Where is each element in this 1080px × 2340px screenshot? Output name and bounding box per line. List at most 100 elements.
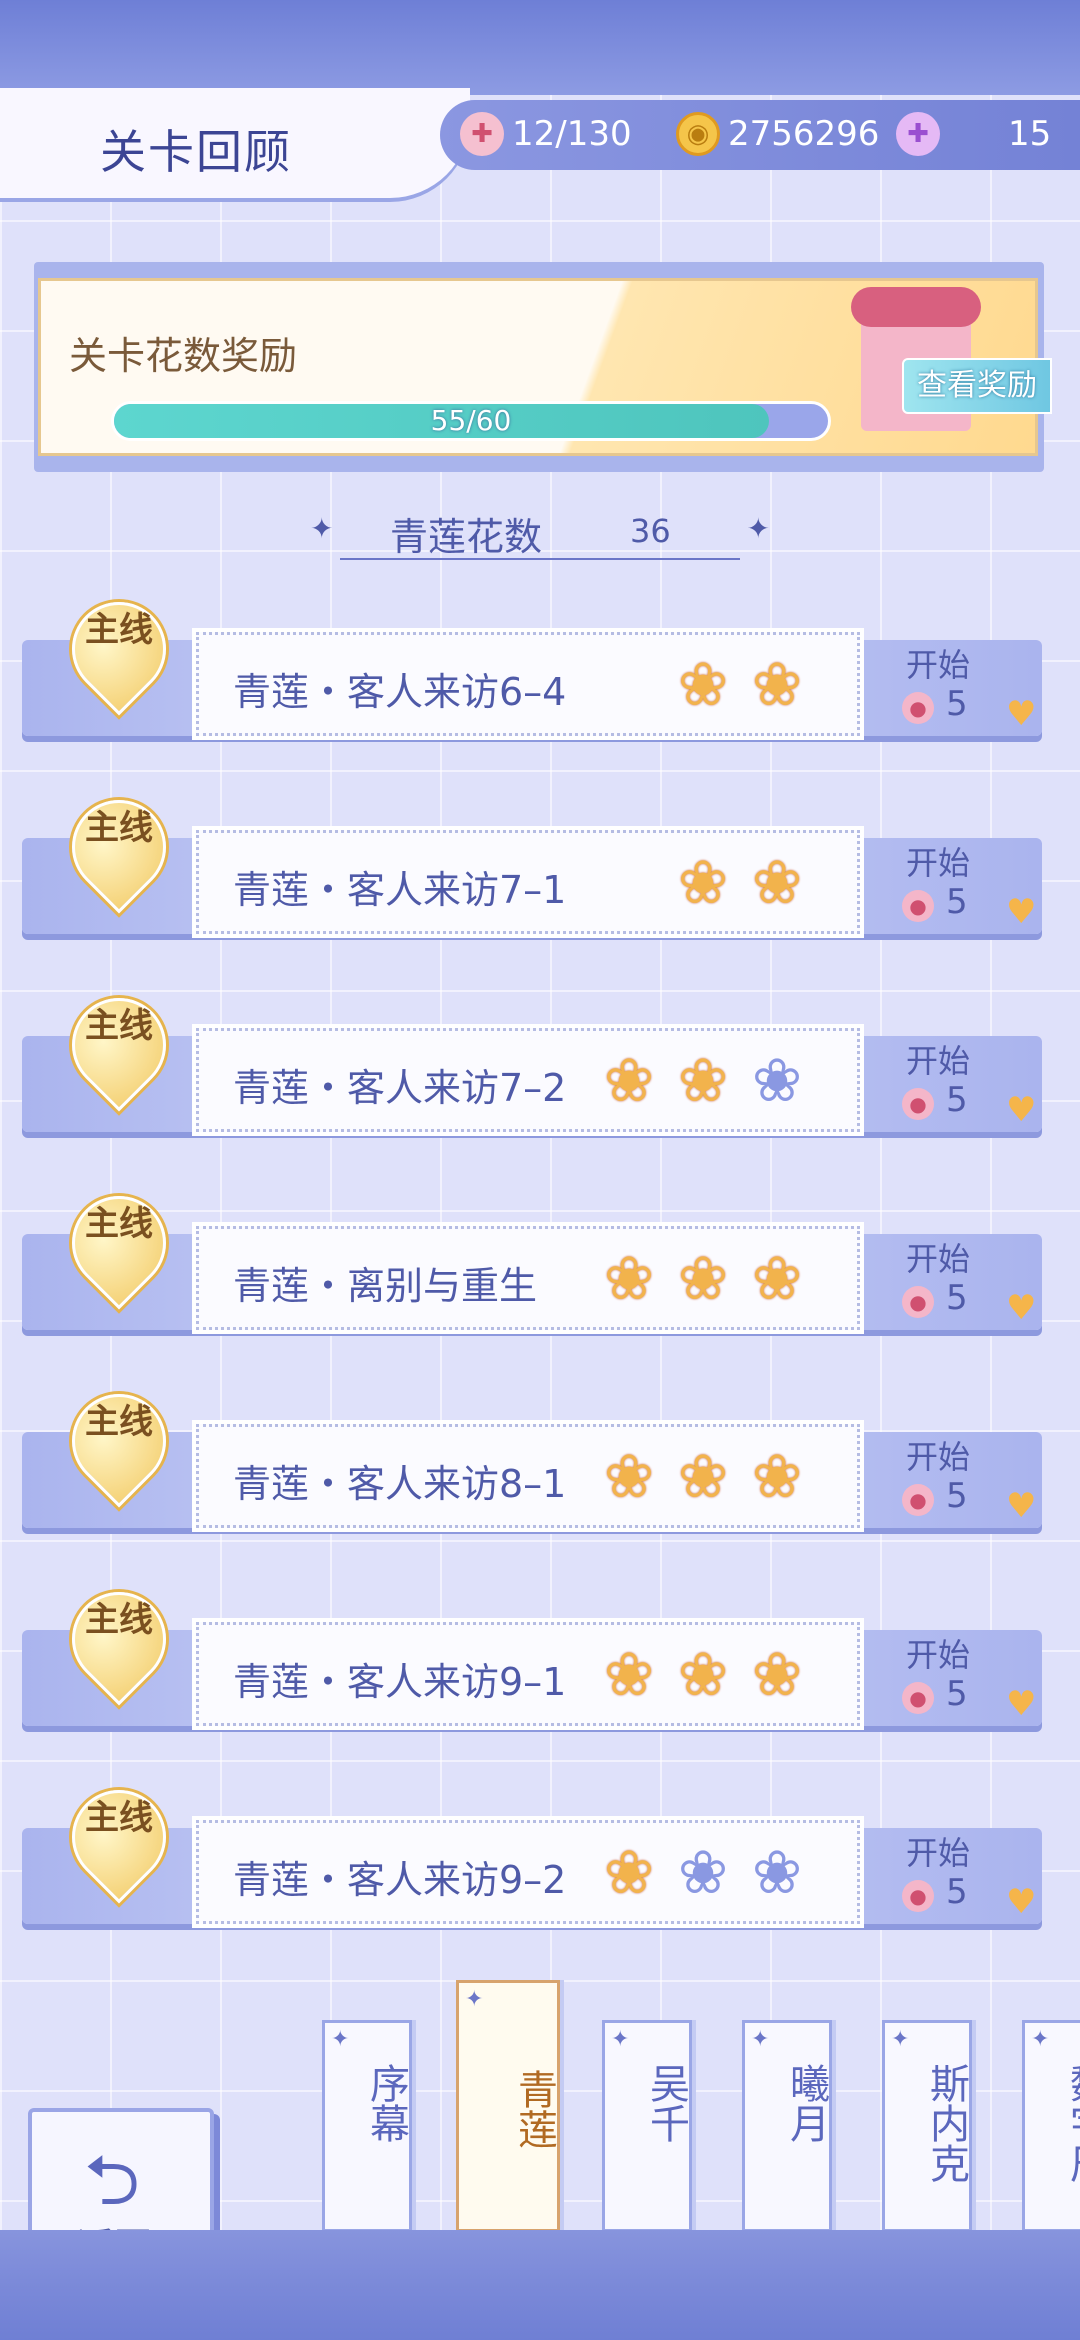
tag-label: 主线	[85, 1402, 153, 1442]
sparkle-icon: ✦	[310, 512, 334, 545]
chapter-tab-label: 序幕	[363, 2063, 409, 2143]
coin-counter: ◉ 2756296	[676, 104, 879, 164]
sparkle-icon: ✦	[611, 2027, 630, 2052]
cake-icon: ●	[902, 1682, 934, 1714]
flower-filled-icon: ❀	[751, 1244, 803, 1314]
resource-bar: ✚ 12/130 ◉ 2756296 ✚ 15	[440, 100, 1080, 170]
flower-filled-icon: ❀	[603, 1046, 655, 1116]
stamina-cost: 5	[946, 684, 968, 724]
start-label: 开始	[906, 844, 971, 882]
flower-filled-icon: ❀	[603, 1442, 655, 1512]
level-row[interactable]: 主线 青莲・客人来访7–2 ❀ ❀ ❀ 开始 ● 5 ♥	[0, 978, 1080, 1148]
heart-icon: ♥	[1006, 694, 1037, 734]
flower-filled-icon: ❀	[677, 1442, 729, 1512]
flower-empty-icon: ❀	[677, 1838, 729, 1908]
chapter-tab[interactable]: ✦ 序幕	[322, 2020, 412, 2232]
sparkle-icon: ✦	[331, 2027, 350, 2052]
cake-icon: ●	[902, 1484, 934, 1516]
level-card[interactable]: 青莲・客人来访7–2 ❀ ❀ ❀	[196, 1028, 860, 1132]
tag-label: 主线	[85, 1798, 153, 1838]
flower-filled-icon: ❀	[603, 1838, 655, 1908]
main-story-tag: 主线	[52, 1374, 186, 1510]
reward-title: 关卡花数奖励	[69, 334, 298, 378]
start-label: 开始	[906, 1042, 971, 1080]
level-card[interactable]: 青莲・客人来访8–1 ❀ ❀ ❀	[196, 1424, 860, 1528]
chapter-tab[interactable]: ✦ 斯内克	[882, 2020, 972, 2232]
level-card[interactable]: 青莲・客人来访9–2 ❀ ❀ ❀	[196, 1820, 860, 1924]
flower-empty-icon: ❀	[751, 1046, 803, 1116]
level-row[interactable]: 主线 青莲・客人来访6–4 ❀ ❀ 开始 ● 5 ♥	[0, 582, 1080, 752]
header-title-box: 关卡回顾	[0, 88, 470, 198]
start-label: 开始	[906, 1834, 971, 1872]
stamina-cost: 5	[946, 1080, 968, 1120]
heart-icon: ♥	[1006, 1882, 1037, 1922]
level-card[interactable]: 青莲・客人来访6–4 ❀ ❀	[196, 632, 860, 736]
flower-filled-icon: ❀	[677, 1244, 729, 1314]
cake-icon: ●	[902, 1286, 934, 1318]
reward-progress-bar: 55/60	[111, 401, 831, 441]
view-reward-button[interactable]: 查看奖励	[902, 358, 1052, 414]
main-story-tag: 主线	[52, 1176, 186, 1312]
cake-icon: ●	[902, 1088, 934, 1120]
flower-filled-icon: ❀	[677, 1046, 729, 1116]
heart-icon: ♥	[1006, 1486, 1037, 1526]
cake-icon: ●	[902, 890, 934, 922]
flower-filled-icon: ❀	[603, 1640, 655, 1710]
stamina-cost: 5	[946, 882, 968, 922]
top-strip	[0, 0, 1080, 95]
flower-rating: ❀ ❀ ❀	[595, 1443, 811, 1511]
heart-icon: ♥	[1006, 1288, 1037, 1328]
level-name: 青莲・客人来访7–1	[233, 868, 567, 912]
flower-filled-icon: ❀	[677, 650, 729, 720]
gem-counter[interactable]: ✚ 15	[896, 104, 1066, 164]
flower-rating: ❀ ❀ ❀	[595, 1839, 811, 1907]
sparkle-icon: ✦	[1031, 2027, 1050, 2052]
chapter-tab[interactable]: ✦ 魏宇辰	[1022, 2020, 1080, 2232]
start-label: 开始	[906, 1636, 971, 1674]
level-name: 青莲・客人来访7–2	[233, 1066, 567, 1110]
flower-filled-icon: ❀	[677, 1640, 729, 1710]
level-card[interactable]: 青莲・离别与重生 ❀ ❀ ❀	[196, 1226, 860, 1330]
start-button[interactable]: 开始 ● 5 ♥	[866, 638, 1036, 738]
level-card[interactable]: 青莲・客人来访7–1 ❀ ❀	[196, 830, 860, 934]
start-button[interactable]: 开始 ● 5 ♥	[866, 1430, 1036, 1530]
coin-value: 2756296	[728, 114, 880, 154]
start-button[interactable]: 开始 ● 5 ♥	[866, 1232, 1036, 1332]
sparkle-icon: ✦	[891, 2027, 910, 2052]
chapter-tab[interactable]: ✦ 青莲	[456, 1980, 560, 2232]
level-card[interactable]: 青莲・客人来访9–1 ❀ ❀ ❀	[196, 1622, 860, 1726]
chapter-tab-label: 青莲	[511, 2069, 557, 2149]
level-row[interactable]: 主线 青莲・客人来访7–1 ❀ ❀ 开始 ● 5 ♥	[0, 780, 1080, 950]
level-name: 青莲・客人来访9–2	[233, 1858, 567, 1902]
start-label: 开始	[906, 646, 971, 684]
sparkle-icon: ✦	[465, 1987, 484, 2012]
level-row[interactable]: 主线 青莲・离别与重生 ❀ ❀ ❀ 开始 ● 5 ♥	[0, 1176, 1080, 1346]
start-button[interactable]: 开始 ● 5 ♥	[866, 1034, 1036, 1134]
cake-icon: ●	[902, 1880, 934, 1912]
chapter-tab[interactable]: ✦ 吴千	[602, 2020, 692, 2232]
swan-icon: ✚	[896, 112, 940, 156]
stamina-counter[interactable]: ✚ 12/130	[460, 104, 632, 164]
start-button[interactable]: 开始 ● 5 ♥	[866, 1826, 1036, 1926]
flower-filled-icon: ❀	[751, 650, 803, 720]
level-row[interactable]: 主线 青莲・客人来访9–1 ❀ ❀ ❀ 开始 ● 5 ♥	[0, 1572, 1080, 1742]
chapter-tab-label: 曦月	[783, 2063, 829, 2143]
main-story-tag: 主线	[52, 1572, 186, 1708]
flower-filled-icon: ❀	[677, 848, 729, 918]
main-story-tag: 主线	[52, 978, 186, 1114]
stamina-cost: 5	[946, 1674, 968, 1714]
divider	[340, 558, 740, 560]
header: 关卡回顾 ✚ 12/130 ◉ 2756296 ✚ 15	[0, 88, 1080, 198]
flower-filled-icon: ❀	[603, 1244, 655, 1314]
reward-progress-text: 55/60	[430, 404, 512, 437]
flower-reward-panel: 关卡花数奖励 55/60 查看奖励	[24, 262, 1054, 472]
start-button[interactable]: 开始 ● 5 ♥	[866, 836, 1036, 936]
level-row[interactable]: 主线 青莲・客人来访8–1 ❀ ❀ ❀ 开始 ● 5 ♥	[0, 1374, 1080, 1544]
stamina-value: 12/130	[512, 114, 632, 154]
start-button[interactable]: 开始 ● 5 ♥	[866, 1628, 1036, 1728]
level-name: 青莲・客人来访8–1	[233, 1462, 567, 1506]
sparkle-icon: ✦	[751, 2027, 770, 2052]
chapter-tab[interactable]: ✦ 曦月	[742, 2020, 832, 2232]
level-row[interactable]: 主线 青莲・客人来访9–2 ❀ ❀ ❀ 开始 ● 5 ♥	[0, 1770, 1080, 1940]
tag-label: 主线	[85, 610, 153, 650]
